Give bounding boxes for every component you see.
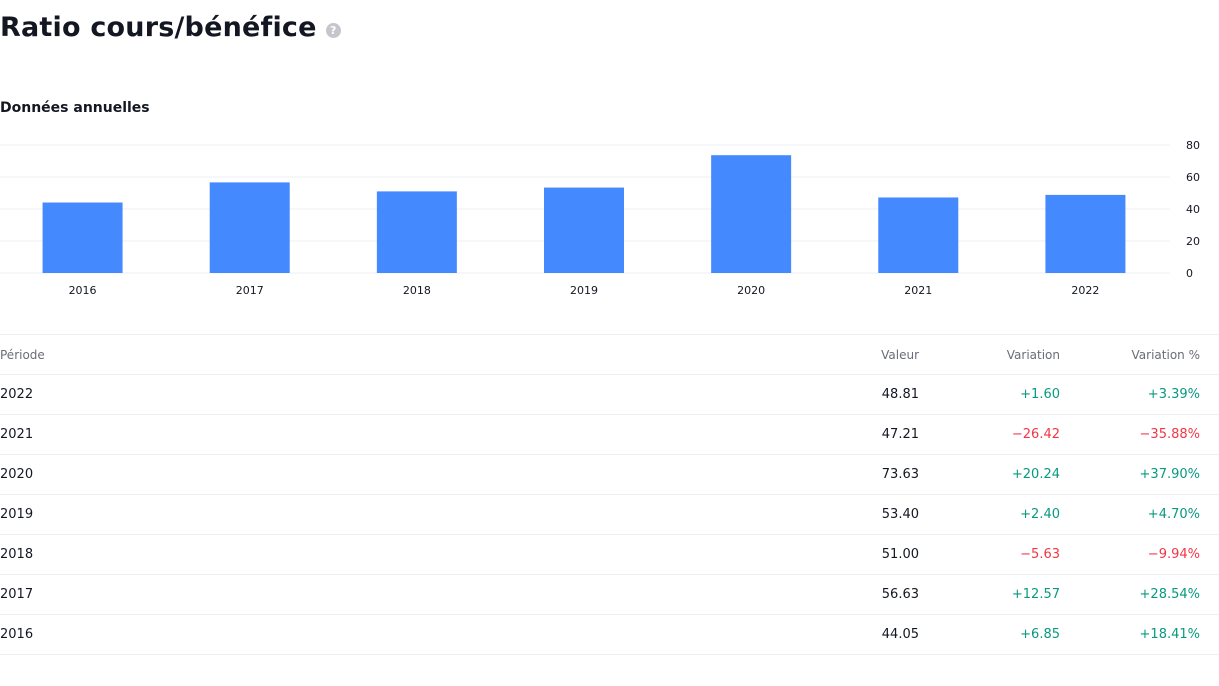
- row-period: 2018: [0, 547, 34, 562]
- row-change: +12.57: [1011, 587, 1060, 602]
- row-change: −26.42: [1011, 427, 1060, 442]
- row-period: 2022: [0, 387, 34, 402]
- x-tick-label: 2021: [904, 284, 932, 297]
- x-tick-label: 2022: [1071, 284, 1099, 297]
- row-change-pct: +37.90%: [1139, 467, 1200, 482]
- y-axis-ticks: 0 20 40 60 80: [1186, 139, 1200, 280]
- section-title: Données annuelles: [0, 100, 150, 116]
- x-axis-ticks: 2016 2017 2018 2019 2020 2021 2022: [69, 284, 1100, 297]
- table-row: 2016 44.05 +6.85 +18.41%: [0, 614, 1219, 654]
- data-table: Période Valeur Variation Variation % 202…: [0, 334, 1219, 656]
- row-value: 44.05: [881, 627, 919, 642]
- bar-2017[interactable]: [209, 182, 290, 273]
- row-value: 56.63: [881, 587, 919, 602]
- x-tick-label: 2016: [69, 284, 97, 297]
- row-change-pct: +18.41%: [1139, 627, 1200, 642]
- row-change: −5.63: [1020, 547, 1060, 562]
- header-change: Variation: [1006, 348, 1060, 362]
- row-change-pct: −35.88%: [1139, 427, 1200, 442]
- row-period: 2017: [0, 587, 34, 602]
- x-tick-label: 2019: [570, 284, 598, 297]
- bar-2018[interactable]: [376, 191, 457, 273]
- row-period: 2016: [0, 627, 34, 642]
- row-change-pct: −9.94%: [1147, 547, 1200, 562]
- row-period: 2019: [0, 507, 34, 522]
- table-row: 2021 47.21 −26.42 −35.88%: [0, 414, 1219, 454]
- table-row: 2018 51.00 −5.63 −9.94%: [0, 534, 1219, 574]
- table-row: 2020 73.63 +20.24 +37.90%: [0, 454, 1219, 494]
- row-value: 73.63: [881, 467, 919, 482]
- y-tick-label: 60: [1186, 171, 1200, 184]
- y-tick-label: 80: [1186, 139, 1200, 152]
- bar-2021[interactable]: [878, 197, 959, 273]
- row-value: 53.40: [881, 507, 919, 522]
- title-row: Ratio cours/bénéfice ?: [0, 12, 341, 43]
- row-change: +6.85: [1020, 627, 1060, 642]
- question-icon[interactable]: ?: [325, 22, 341, 38]
- table-row: 2022 48.81 +1.60 +3.39%: [0, 374, 1219, 414]
- bar-2019[interactable]: [544, 187, 624, 273]
- row-period: 2021: [0, 427, 34, 442]
- row-value: 47.21: [881, 427, 919, 442]
- chart-bars: [42, 155, 1126, 273]
- row-change: +20.24: [1011, 467, 1060, 482]
- bar-2022[interactable]: [1045, 194, 1126, 273]
- row-change-pct: +28.54%: [1139, 587, 1200, 602]
- row-change: +1.60: [1020, 387, 1060, 402]
- table-row: 2017 56.63 +12.57 +28.54%: [0, 574, 1219, 614]
- header-value: Valeur: [881, 348, 919, 362]
- row-period: 2020: [0, 467, 34, 482]
- header-period: Période: [0, 348, 45, 362]
- bar-2020[interactable]: [711, 155, 792, 273]
- x-tick-label: 2018: [403, 284, 431, 297]
- row-value: 51.00: [881, 547, 919, 562]
- row-change-pct: +4.70%: [1147, 507, 1200, 522]
- row-value: 48.81: [881, 387, 919, 402]
- x-tick-label: 2017: [236, 284, 264, 297]
- y-tick-label: 20: [1186, 235, 1200, 248]
- table-row: 2019 53.40 +2.40 +4.70%: [0, 494, 1219, 534]
- bar-2016[interactable]: [42, 202, 123, 273]
- row-change-pct: +3.39%: [1147, 387, 1200, 402]
- page-title: Ratio cours/bénéfice: [0, 12, 317, 43]
- header-change-pct: Variation %: [1131, 348, 1200, 362]
- bar-chart: 0 20 40 60 80 2016 2017 2018 2019 2020 2021 2022: [0, 139, 1200, 297]
- x-tick-label: 2020: [737, 284, 765, 297]
- y-tick-label: 40: [1186, 203, 1200, 216]
- y-tick-label: 0: [1186, 267, 1193, 280]
- row-change: +2.40: [1020, 507, 1060, 522]
- table-header-row: Période Valeur Variation Variation %: [0, 334, 1219, 374]
